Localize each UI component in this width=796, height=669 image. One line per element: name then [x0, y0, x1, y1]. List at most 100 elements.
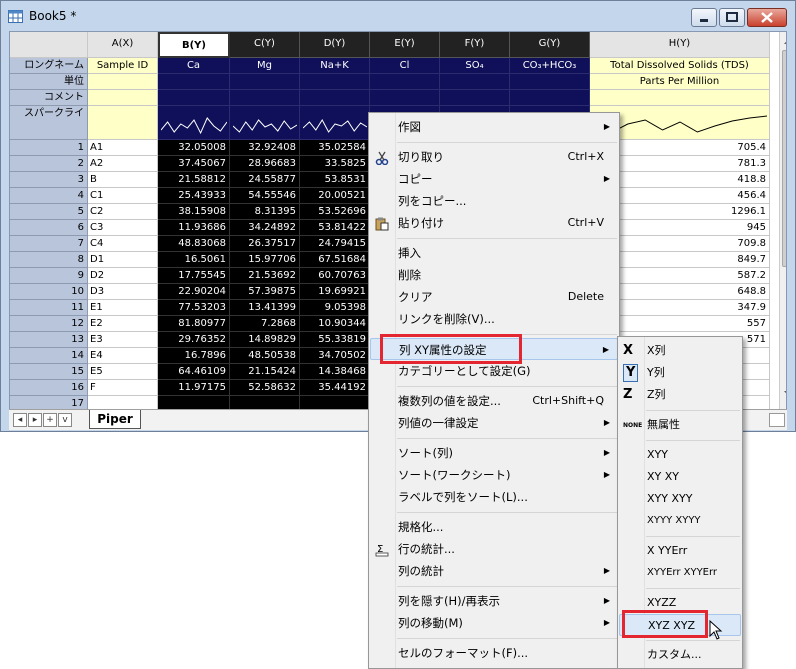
cell-d-8[interactable]: 67.51684	[300, 252, 370, 268]
cell-b-13[interactable]: 29.76352	[158, 332, 230, 348]
cell-b-2[interactable]: 37.45067	[158, 156, 230, 172]
cell-b-11[interactable]: 77.53203	[158, 300, 230, 316]
cell-c-7[interactable]: 26.37517	[230, 236, 300, 252]
submenu-item-11[interactable]: X YYErr	[619, 540, 741, 562]
sparkline-cell-a[interactable]	[88, 106, 158, 140]
cell-units-h[interactable]: Parts Per Million	[590, 74, 770, 90]
cell-b-7[interactable]: 48.83068	[158, 236, 230, 252]
menu-item-2[interactable]: 切り取り Ctrl+X	[370, 146, 618, 168]
row-number-15[interactable]: 15	[10, 364, 88, 380]
cell-d-13[interactable]: 55.33819	[300, 332, 370, 348]
cell-comment-g[interactable]	[510, 90, 590, 106]
row-number-3[interactable]: 3	[10, 172, 88, 188]
cell-d-7[interactable]: 24.79415	[300, 236, 370, 252]
cell-c-15[interactable]: 21.15424	[230, 364, 300, 380]
scroll-thumb[interactable]	[782, 50, 786, 267]
cell-b-9[interactable]: 17.75545	[158, 268, 230, 284]
cell-c-6[interactable]: 34.24892	[230, 220, 300, 236]
row-number-4[interactable]: 4	[10, 188, 88, 204]
cell-b-15[interactable]: 64.46109	[158, 364, 230, 380]
vertical-scrollbar[interactable]	[779, 32, 786, 412]
first-sheet-button[interactable]: ◂	[13, 413, 27, 427]
cell-units-c[interactable]	[230, 74, 300, 90]
cell-comment-a[interactable]	[88, 90, 158, 106]
cell-d-14[interactable]: 34.70502	[300, 348, 370, 364]
submenu-item-1[interactable]: Y列 Y	[619, 362, 741, 384]
cell-units-e[interactable]	[370, 74, 440, 90]
sparkline-cell-d[interactable]	[300, 106, 370, 140]
row-number-11[interactable]: 11	[10, 300, 88, 316]
cell-comment-f[interactable]	[440, 90, 510, 106]
cell-c-13[interactable]: 14.89829	[230, 332, 300, 348]
menu-item-16[interactable]: 列値の一律設定 ▶	[370, 412, 618, 434]
cell-d-6[interactable]: 53.81422	[300, 220, 370, 236]
cell-a-11[interactable]: E1	[88, 300, 158, 316]
cell-b-16[interactable]: 11.97175	[158, 380, 230, 396]
submenu-item-2[interactable]: Z列 Z	[619, 384, 741, 406]
submenu-item-4[interactable]: 無属性 NONE	[619, 414, 741, 436]
sparkline-cell-b[interactable]	[158, 106, 230, 140]
submenu-item-7[interactable]: XY XY	[619, 466, 741, 488]
title-bar[interactable]: Book5 *	[1, 1, 795, 31]
row-number-7[interactable]: 7	[10, 236, 88, 252]
cell-long-name-b[interactable]: Ca	[158, 58, 230, 74]
cell-long-name-e[interactable]: Cl	[370, 58, 440, 74]
add-sheet-button[interactable]: +	[43, 413, 57, 427]
close-button[interactable]	[747, 8, 787, 27]
cell-units-g[interactable]	[510, 74, 590, 90]
menu-item-19[interactable]: ソート(ワークシート) ▶	[370, 464, 618, 486]
cell-b-10[interactable]: 22.90204	[158, 284, 230, 300]
cell-long-name-a[interactable]: Sample ID	[88, 58, 158, 74]
cell-d-4[interactable]: 20.00521	[300, 188, 370, 204]
column-header-h[interactable]: H(Y)	[590, 32, 770, 58]
cell-a-16[interactable]: F	[88, 380, 158, 396]
menu-item-4[interactable]: 列をコピー...	[370, 190, 618, 212]
cell-long-name-g[interactable]: CO₃+HCO₃	[510, 58, 590, 74]
menu-item-18[interactable]: ソート(列) ▶	[370, 442, 618, 464]
grid-corner[interactable]	[10, 32, 88, 58]
cell-c-1[interactable]: 32.92408	[230, 140, 300, 156]
menu-item-9[interactable]: クリア Delete	[370, 286, 618, 308]
cell-a-1[interactable]: A1	[88, 140, 158, 156]
row-number-14[interactable]: 14	[10, 348, 88, 364]
menu-item-20[interactable]: ラベルで列をソート(L)...	[370, 486, 618, 508]
cell-d-12[interactable]: 10.90344	[300, 316, 370, 332]
menu-item-8[interactable]: 削除	[370, 264, 618, 286]
cell-c-4[interactable]: 54.55546	[230, 188, 300, 204]
next-sheet-button[interactable]: ▸	[28, 413, 42, 427]
cell-c-14[interactable]: 48.50538	[230, 348, 300, 364]
cell-d-9[interactable]: 60.70763	[300, 268, 370, 284]
submenu-item-0[interactable]: X列 X	[619, 340, 741, 362]
cell-d-11[interactable]: 9.05398	[300, 300, 370, 316]
cell-a-8[interactable]: D1	[88, 252, 158, 268]
cell-b-6[interactable]: 11.93686	[158, 220, 230, 236]
menu-item-7[interactable]: 挿入	[370, 242, 618, 264]
cell-a-3[interactable]: B	[88, 172, 158, 188]
cell-units-a[interactable]	[88, 74, 158, 90]
cell-d-15[interactable]: 14.38468	[300, 364, 370, 380]
column-header-d[interactable]: D(Y)	[300, 32, 370, 58]
submenu-item-6[interactable]: XYY	[619, 444, 741, 466]
cell-c-3[interactable]: 24.55877	[230, 172, 300, 188]
cell-units-f[interactable]	[440, 74, 510, 90]
menu-item-15[interactable]: 複数列の値を設定... Ctrl+Shift+Q	[370, 390, 618, 412]
row-number-6[interactable]: 6	[10, 220, 88, 236]
cell-b-4[interactable]: 25.43933	[158, 188, 230, 204]
cell-c-2[interactable]: 28.96683	[230, 156, 300, 172]
column-header-a[interactable]: A(X)	[88, 32, 158, 58]
submenu-item-9[interactable]: XYYY XYYY	[619, 510, 741, 532]
row-number-10[interactable]: 10	[10, 284, 88, 300]
menu-item-10[interactable]: リンクを削除(V)...	[370, 308, 618, 330]
row-number-9[interactable]: 9	[10, 268, 88, 284]
cell-a-6[interactable]: C3	[88, 220, 158, 236]
column-header-b[interactable]: B(Y)	[158, 32, 230, 58]
menu-item-0[interactable]: 作図 ▶	[370, 116, 618, 138]
cell-long-name-d[interactable]: Na+K	[300, 58, 370, 74]
row-number-13[interactable]: 13	[10, 332, 88, 348]
cell-d-16[interactable]: 35.44192	[300, 380, 370, 396]
cell-b-1[interactable]: 32.05008	[158, 140, 230, 156]
column-header-f[interactable]: F(Y)	[440, 32, 510, 58]
minimize-button[interactable]	[691, 8, 717, 27]
cell-b-3[interactable]: 21.58812	[158, 172, 230, 188]
cell-b-8[interactable]: 16.5061	[158, 252, 230, 268]
